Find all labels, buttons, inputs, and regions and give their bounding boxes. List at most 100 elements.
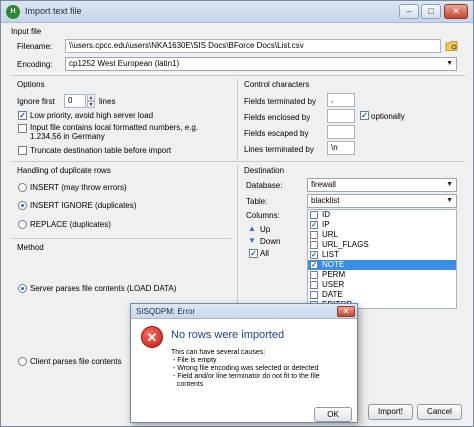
table-label: Table: <box>246 197 268 206</box>
fields-escaped-label: Fields escaped by <box>244 129 309 138</box>
filename-input[interactable]: \\users.cpcc.edu\users\NKA1630E\SIS Docs… <box>65 39 441 53</box>
lines-terminated-input[interactable]: \n <box>327 141 355 155</box>
columns-label: Columns: <box>246 211 280 220</box>
truncate-checkbox[interactable] <box>18 146 27 155</box>
column-item[interactable]: ✓ NOTE <box>308 260 456 270</box>
chevron-down-icon: ▼ <box>446 197 453 204</box>
arrow-up-icon: ▲ <box>248 224 256 233</box>
column-label: URL <box>322 230 339 239</box>
local-numbers-checkbox[interactable] <box>18 124 27 133</box>
database-label: Database: <box>246 181 283 190</box>
insert-ignore-radio[interactable] <box>18 201 27 210</box>
column-item[interactable]: URL <box>308 230 456 240</box>
import-button[interactable]: Import! <box>368 404 413 420</box>
column-item[interactable]: DATE <box>308 290 456 300</box>
dialog-close-button[interactable]: ✕ <box>337 306 355 317</box>
column-label: USER <box>322 280 345 289</box>
minimize-button[interactable]: – <box>399 4 419 19</box>
fields-enclosed-input[interactable] <box>327 109 355 123</box>
dialog-heading: No rows were imported <box>171 329 285 341</box>
client-parses-label: Client parses file contents <box>30 357 122 366</box>
column-item[interactable]: USER <box>308 280 456 290</box>
client-parses-radio[interactable] <box>18 357 27 366</box>
column-checkbox[interactable] <box>310 211 318 219</box>
column-item[interactable]: ✓ IP <box>308 220 456 230</box>
columns-list[interactable]: ID✓IPURLURL_FLAGS✓LIST✓NOTEPERMUSERDATEE… <box>307 209 457 309</box>
table-select[interactable]: blacklist ▼ <box>307 194 457 208</box>
database-value: firewall <box>311 180 336 189</box>
column-label: IP <box>322 220 330 229</box>
dialog-title: SISQDPM: Error <box>136 307 196 316</box>
truncate-label: Truncate destination table before import <box>30 146 172 155</box>
column-label: LIST <box>322 250 339 259</box>
local-numbers-label: Input file contains local formatted numb… <box>30 123 199 141</box>
fields-enclosed-label: Fields enclosed by <box>244 113 311 122</box>
column-checkbox[interactable] <box>310 231 318 239</box>
column-label: ID <box>322 210 330 219</box>
control-chars-section-title: Control characters <box>244 80 310 89</box>
input-file-section-title: Input file <box>11 27 42 36</box>
column-label: URL_FLAGS <box>322 240 369 249</box>
chevron-down-icon: ▼ <box>446 181 453 188</box>
lines-terminated-label: Lines terminated by <box>244 145 314 154</box>
replace-label: REPLACE (duplicates) <box>30 220 111 229</box>
column-item[interactable]: ✓ LIST <box>308 250 456 260</box>
move-down-button[interactable]: ▼ Down <box>248 236 298 247</box>
ignore-first-stepper[interactable]: ▲ ▼ <box>87 94 95 108</box>
move-up-button[interactable]: ▲ Up <box>248 224 298 235</box>
optionally-checkbox[interactable]: ✓ <box>360 111 369 120</box>
chevron-down-icon: ▼ <box>446 60 453 67</box>
fields-escaped-input[interactable] <box>327 125 355 139</box>
divider <box>11 161 465 162</box>
column-item[interactable]: ID <box>308 210 456 220</box>
folder-icon[interactable] <box>445 40 459 52</box>
divider <box>11 238 231 239</box>
down-label: Down <box>260 237 281 246</box>
insert-label: INSERT (may throw errors) <box>30 183 127 192</box>
column-label: NOTE <box>322 260 345 269</box>
dialog-title-bar[interactable]: SISQDPM: Error ✕ <box>131 304 357 319</box>
close-button[interactable]: ✕ <box>444 4 468 19</box>
ok-button[interactable]: OK <box>314 407 352 422</box>
low-priority-checkbox[interactable]: ✓ <box>18 111 27 120</box>
column-item[interactable]: URL_FLAGS <box>308 240 456 250</box>
insert-radio[interactable] <box>18 183 27 192</box>
fields-terminated-label: Fields terminated by <box>244 97 317 106</box>
column-checkbox[interactable] <box>310 291 318 299</box>
column-checkbox[interactable] <box>310 241 318 249</box>
column-label: DATE <box>322 290 343 299</box>
method-section-title: Method <box>17 243 44 252</box>
title-bar[interactable]: H Import text file – □ ✕ <box>1 1 473 23</box>
column-label: PERM <box>322 270 346 279</box>
column-checkbox[interactable]: ✓ <box>310 261 318 269</box>
dialog-message: This can have several causes: - File is … <box>171 349 320 388</box>
column-item[interactable]: PERM <box>308 270 456 280</box>
maximize-button[interactable]: □ <box>421 4 441 19</box>
replace-radio[interactable] <box>18 220 27 229</box>
column-checkbox[interactable] <box>310 271 318 279</box>
cancel-button[interactable]: Cancel <box>417 404 462 420</box>
ignore-first-input[interactable]: 0 <box>64 94 86 108</box>
table-value: blacklist <box>311 196 340 205</box>
divider <box>11 75 465 76</box>
fields-terminated-input[interactable]: , <box>327 93 355 107</box>
filename-label: Filename: <box>17 42 53 51</box>
column-checkbox[interactable] <box>310 281 318 289</box>
all-label: All <box>260 249 269 258</box>
lines-label: lines <box>99 97 116 106</box>
server-parses-radio[interactable] <box>18 284 27 293</box>
encoding-label: Encoding: <box>17 60 53 69</box>
database-select[interactable]: firewall ▼ <box>307 178 457 192</box>
column-checkbox[interactable]: ✓ <box>310 251 318 259</box>
column-checkbox[interactable]: ✓ <box>310 221 318 229</box>
insert-ignore-label: INSERT IGNORE (duplicates) <box>30 201 137 210</box>
duplicates-section-title: Handling of duplicate rows <box>17 166 111 175</box>
divider <box>237 79 238 159</box>
ignore-first-label: Ignore first <box>17 97 55 106</box>
error-dialog: SISQDPM: Error ✕ ✕ No rows were imported… <box>130 303 358 423</box>
encoding-select[interactable]: cp1252 West European (latin1) ▼ <box>65 57 457 71</box>
up-label: Up <box>260 225 271 234</box>
select-all-checkbox[interactable]: ✓ <box>249 249 258 258</box>
optionally-label: optionally <box>371 112 405 121</box>
app-icon: H <box>6 5 20 19</box>
